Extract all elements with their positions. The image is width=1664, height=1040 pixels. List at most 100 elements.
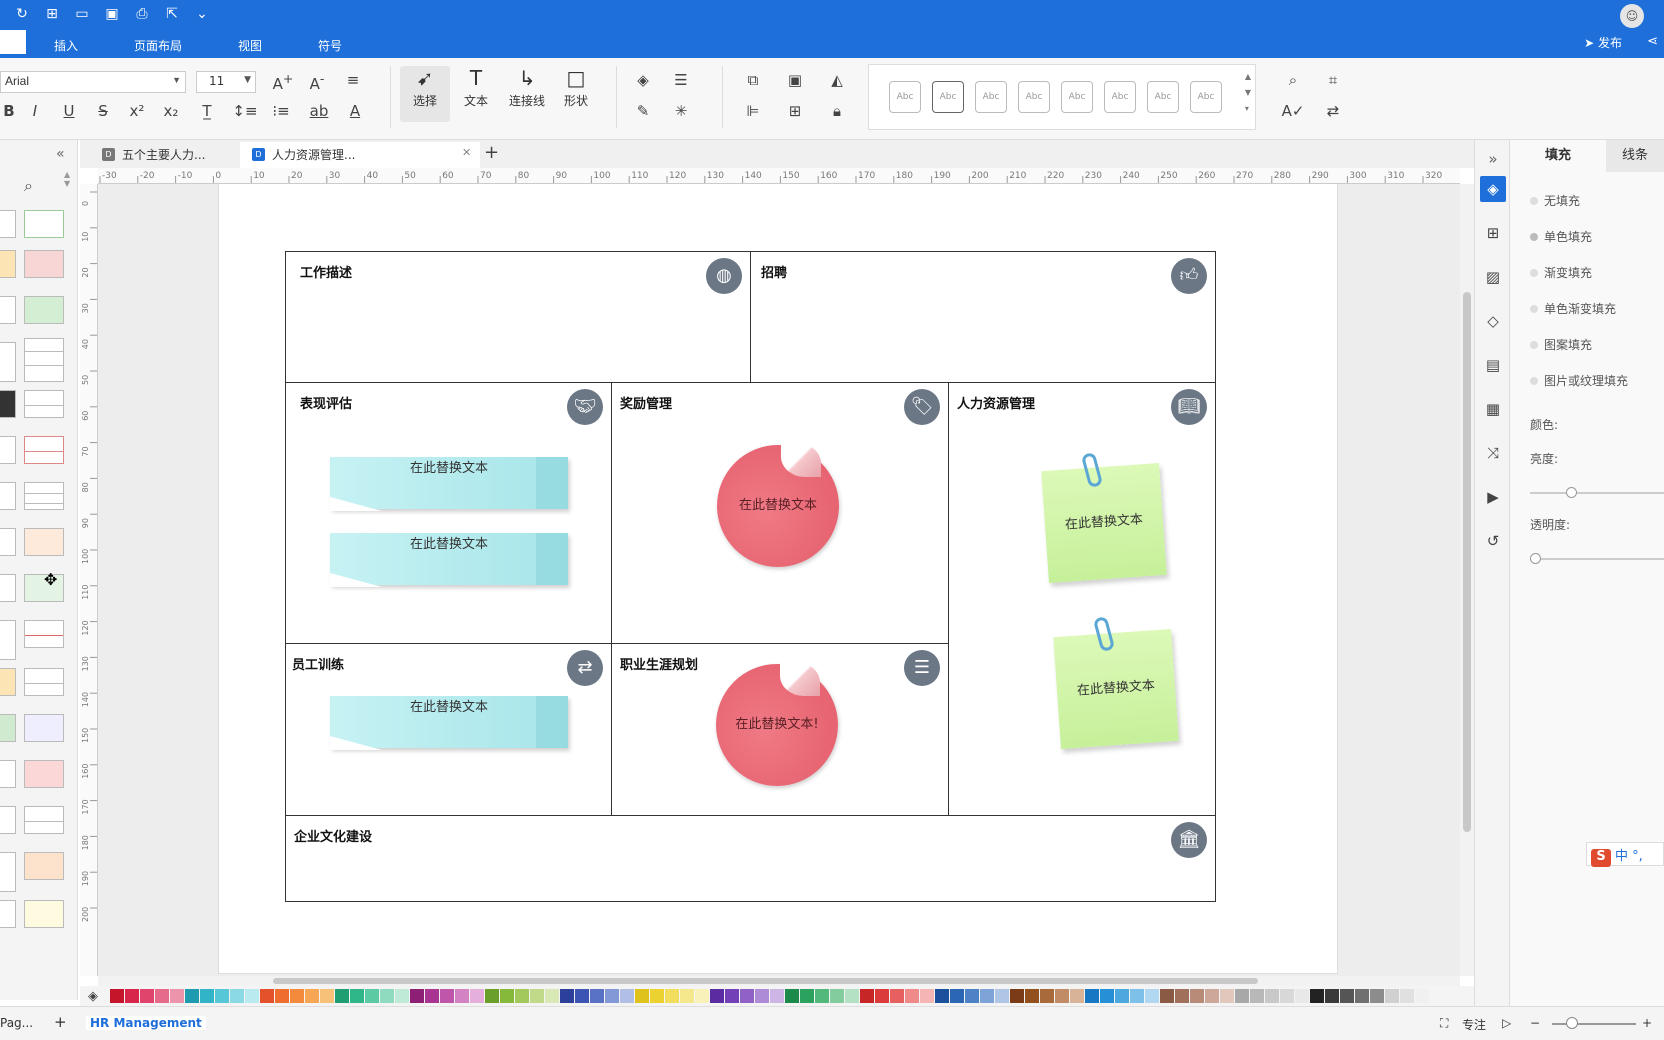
tool-select[interactable]: ➹ 选择 bbox=[400, 66, 450, 122]
shrink-font-icon[interactable]: A- bbox=[304, 71, 330, 93]
library-thumbnail[interactable] bbox=[24, 296, 64, 324]
italic-icon[interactable]: I bbox=[22, 102, 48, 120]
library-thumbnail[interactable] bbox=[24, 338, 64, 382]
single-gradient-fill-option[interactable]: 单色渐变填充 bbox=[1530, 300, 1616, 317]
library-thumbnail[interactable] bbox=[24, 482, 64, 510]
color-swatch[interactable] bbox=[1355, 989, 1369, 1003]
color-swatch[interactable] bbox=[485, 989, 499, 1003]
color-swatch[interactable] bbox=[860, 989, 874, 1003]
library-thumbnail[interactable] bbox=[0, 714, 16, 742]
menu-symbols[interactable]: 符号 bbox=[290, 34, 370, 58]
library-thumbnail[interactable] bbox=[0, 620, 16, 660]
library-thumbnail[interactable] bbox=[24, 714, 64, 742]
round-sticker[interactable]: 在此替换文本 bbox=[717, 443, 839, 567]
color-swatch[interactable] bbox=[245, 989, 259, 1003]
page-selector[interactable]: Pag... bbox=[0, 1016, 33, 1030]
style-swatch[interactable]: Abc bbox=[932, 81, 964, 113]
color-swatch[interactable] bbox=[1205, 989, 1219, 1003]
color-swatch[interactable] bbox=[185, 989, 199, 1003]
zoom-in-icon[interactable]: + bbox=[1642, 1016, 1652, 1030]
color-swatch[interactable] bbox=[785, 989, 799, 1003]
gradient-fill-option[interactable]: 渐变填充 bbox=[1530, 264, 1592, 281]
zoom-slider-knob[interactable] bbox=[1566, 1017, 1578, 1029]
color-swatch[interactable] bbox=[260, 989, 274, 1003]
cell-performance-evaluation[interactable]: 表现评估 🤝︎ 在此替换文本 在此替换文本 bbox=[285, 382, 612, 644]
color-swatch[interactable] bbox=[605, 989, 619, 1003]
close-icon[interactable]: ✕ bbox=[462, 146, 471, 159]
cell-hr-management[interactable]: 人力资源管理 📖︎ 在此替换文本 在此替换文本 bbox=[948, 382, 1216, 816]
text-format-icon[interactable]: T̲ bbox=[194, 102, 220, 120]
library-thumbnail[interactable] bbox=[0, 528, 16, 556]
library-thumbnail[interactable] bbox=[24, 436, 64, 464]
library-thumbnail[interactable] bbox=[24, 210, 64, 238]
distribute-icon[interactable]: ⊞ bbox=[782, 102, 808, 120]
color-swatch[interactable] bbox=[380, 989, 394, 1003]
sticky-note[interactable]: 在此替换文本 bbox=[1041, 463, 1167, 583]
color-swatch[interactable] bbox=[695, 989, 709, 1003]
library-thumbnail[interactable] bbox=[0, 390, 16, 418]
library-thumbnail[interactable] bbox=[24, 668, 64, 696]
no-fill-option[interactable]: 无填充 bbox=[1530, 192, 1580, 209]
color-swatch[interactable] bbox=[1325, 989, 1339, 1003]
brightness-knob[interactable] bbox=[1566, 487, 1577, 498]
color-swatch[interactable] bbox=[1400, 989, 1414, 1003]
color-swatch[interactable] bbox=[500, 989, 514, 1003]
grow-font-icon[interactable]: A+ bbox=[270, 71, 296, 93]
color-swatch[interactable] bbox=[545, 989, 559, 1003]
color-swatch[interactable] bbox=[515, 989, 529, 1003]
library-thumbnail[interactable] bbox=[24, 620, 64, 648]
style-swatch[interactable]: Abc bbox=[889, 81, 921, 113]
color-swatch[interactable] bbox=[815, 989, 829, 1003]
color-swatch[interactable] bbox=[1340, 989, 1354, 1003]
fit-icon[interactable]: ⛶ bbox=[1440, 1016, 1448, 1031]
tool-shape[interactable]: □ 形状 bbox=[551, 66, 601, 109]
color-swatch[interactable] bbox=[1385, 989, 1399, 1003]
find-icon[interactable]: ⌕ bbox=[1280, 71, 1306, 89]
print-icon[interactable]: ⎙ bbox=[132, 6, 152, 22]
history-icon[interactable]: ↺ bbox=[1480, 528, 1506, 554]
color-swatch[interactable] bbox=[140, 989, 154, 1003]
style-swatch[interactable]: Abc bbox=[1061, 81, 1093, 113]
drawing-page[interactable]: 工作描述 ◍ 招聘 👍︎ 表现评估 🤝︎ 在此替换文本 在此替换文本 奖励管理 … bbox=[218, 184, 1338, 974]
style-swatch[interactable]: Abc bbox=[1147, 81, 1179, 113]
color-swatch[interactable] bbox=[725, 989, 739, 1003]
scroll-thumb[interactable] bbox=[273, 978, 1258, 984]
superscript-icon[interactable]: x² bbox=[124, 102, 150, 120]
color-swatch[interactable] bbox=[875, 989, 889, 1003]
add-tab-icon[interactable]: + bbox=[484, 142, 499, 163]
cell-reward-management[interactable]: 奖励管理 🏷︎ 在此替换文本 bbox=[611, 382, 949, 644]
color-swatch[interactable] bbox=[590, 989, 604, 1003]
color-swatch[interactable] bbox=[1010, 989, 1024, 1003]
color-swatch[interactable] bbox=[905, 989, 919, 1003]
cell-career-planning[interactable]: 职业生涯规划 ☰ 在此替换文本! bbox=[611, 643, 949, 816]
color-swatch[interactable] bbox=[290, 989, 304, 1003]
library-thumbnail[interactable] bbox=[0, 668, 16, 696]
color-swatch[interactable] bbox=[890, 989, 904, 1003]
color-swatch[interactable] bbox=[230, 989, 244, 1003]
color-swatch[interactable] bbox=[845, 989, 859, 1003]
transparency-slider[interactable] bbox=[1530, 558, 1664, 560]
color-swatch[interactable] bbox=[530, 989, 544, 1003]
sticky-note[interactable]: 在此替换文本 bbox=[330, 457, 568, 509]
color-swatch[interactable] bbox=[1025, 989, 1039, 1003]
presentation-icon[interactable]: ▶ bbox=[1480, 484, 1506, 510]
open-icon[interactable]: ▭ bbox=[72, 6, 92, 22]
crop-icon[interactable]: ⌗ bbox=[1320, 71, 1346, 89]
color-swatch[interactable] bbox=[470, 989, 484, 1003]
color-swatch[interactable] bbox=[830, 989, 844, 1003]
library-thumbnail[interactable] bbox=[24, 806, 64, 834]
avatar[interactable]: ☺ bbox=[1620, 4, 1644, 28]
horizontal-scrollbar[interactable] bbox=[98, 976, 1460, 986]
library-thumbnail[interactable] bbox=[24, 528, 64, 556]
library-thumbnail[interactable] bbox=[0, 900, 16, 928]
color-swatch[interactable] bbox=[950, 989, 964, 1003]
strikethrough-icon[interactable]: S bbox=[90, 102, 116, 120]
cell-job-description[interactable]: 工作描述 ◍ bbox=[285, 251, 751, 383]
customize-icon[interactable]: ⌄ bbox=[192, 6, 212, 22]
color-swatch[interactable] bbox=[1235, 989, 1249, 1003]
library-thumbnail[interactable] bbox=[0, 342, 16, 382]
color-swatch[interactable] bbox=[740, 989, 754, 1003]
page-tab[interactable]: HR Management bbox=[86, 1016, 206, 1030]
library-thumbnail[interactable] bbox=[24, 390, 64, 418]
font-size-select[interactable]: 11 ▼ bbox=[196, 71, 256, 93]
